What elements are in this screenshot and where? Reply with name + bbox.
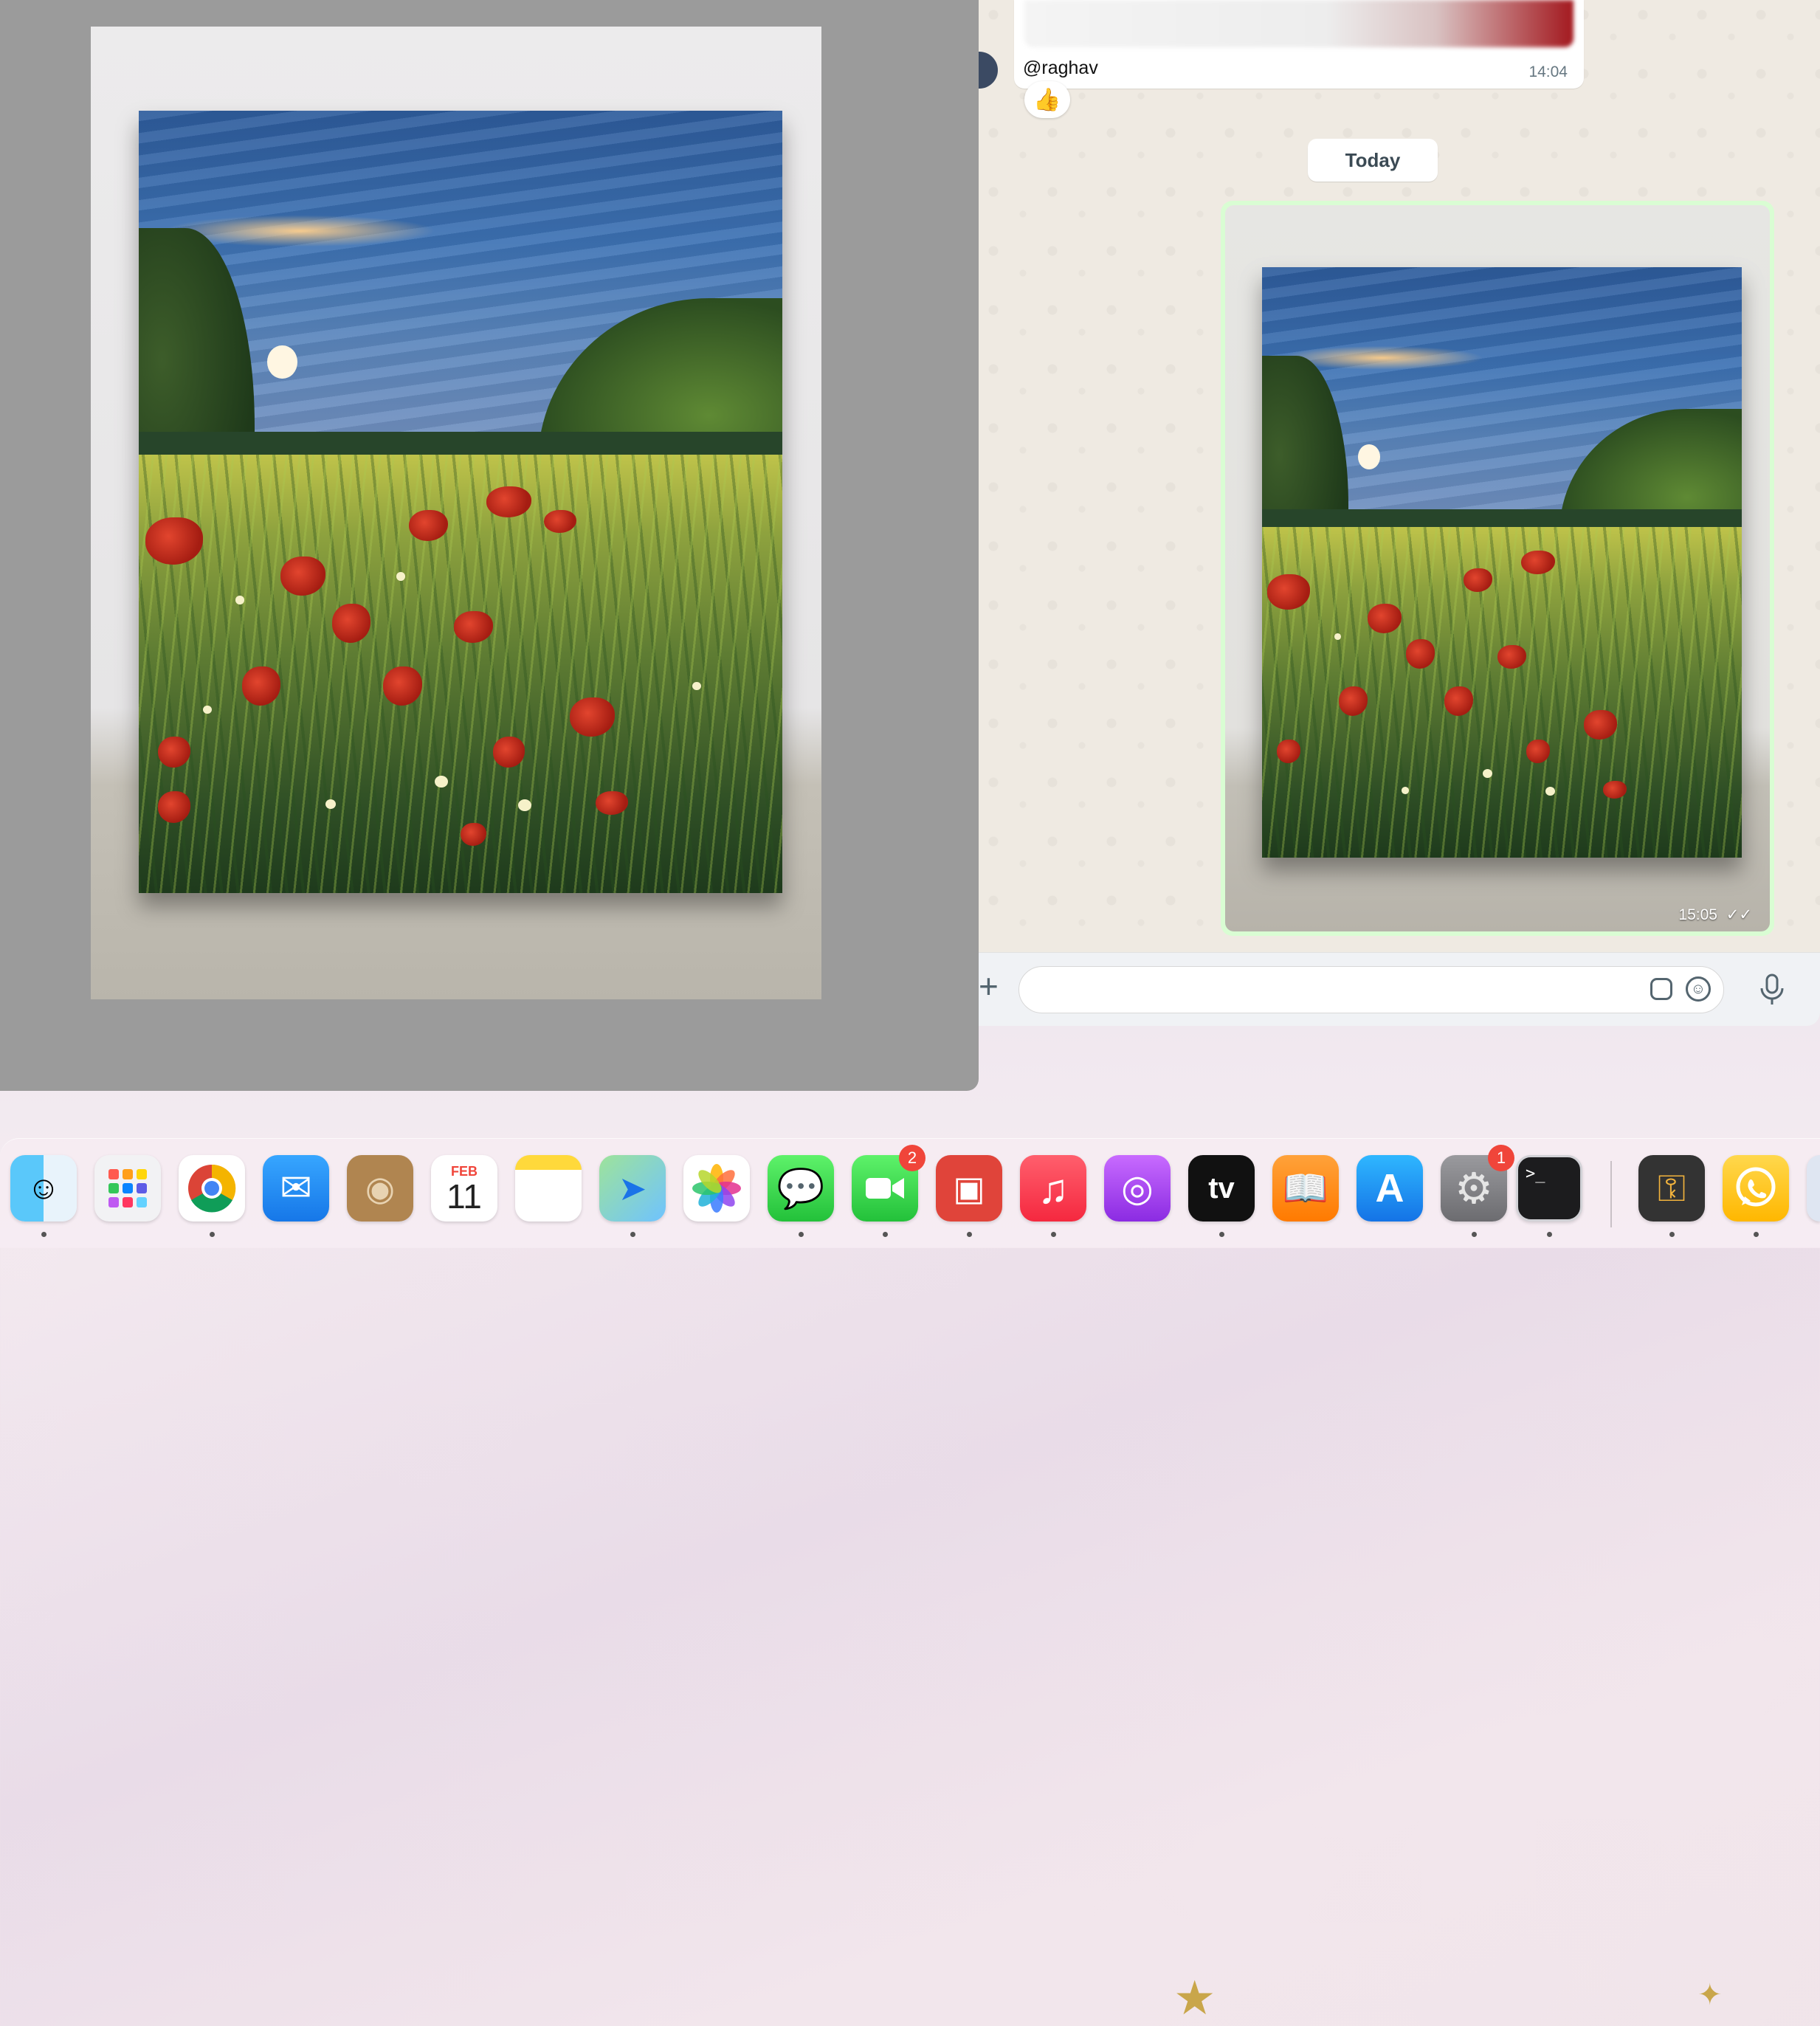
- facetime-icon[interactable]: 2: [852, 1145, 925, 1222]
- outgoing-image-message[interactable]: 15:05 ✓✓: [1221, 201, 1774, 936]
- partial-dock-item-icon[interactable]: [1807, 1155, 1820, 1222]
- contacts-icon[interactable]: ◉: [347, 1155, 413, 1222]
- apple-tv-icon[interactable]: tv: [1188, 1155, 1255, 1222]
- running-indicator: [1472, 1232, 1477, 1237]
- calendar-day: 11: [447, 1176, 482, 1216]
- day-separator: Today: [1308, 139, 1438, 182]
- message-input[interactable]: [1018, 966, 1724, 1013]
- tv-label: tv: [1208, 1171, 1235, 1205]
- running-indicator: [210, 1232, 215, 1237]
- running-indicator: [1669, 1232, 1675, 1237]
- running-indicator: [1754, 1232, 1759, 1237]
- maps-icon[interactable]: ➤: [599, 1155, 666, 1222]
- keychain-access-icon[interactable]: ⚿: [1638, 1155, 1705, 1222]
- running-indicator: [799, 1232, 804, 1237]
- chrome-icon[interactable]: [179, 1155, 245, 1222]
- terminal-prompt: >_: [1526, 1165, 1545, 1183]
- emoji-icon[interactable]: ☺: [1686, 976, 1711, 1002]
- message-composer: + ☺: [979, 952, 1820, 1026]
- running-indicator: [630, 1232, 635, 1237]
- message-time: 14:04: [1528, 63, 1568, 80]
- message-time: 15:05 ✓✓: [1678, 906, 1752, 923]
- microphone-icon[interactable]: [1757, 974, 1787, 1006]
- attach-plus-icon[interactable]: +: [979, 969, 999, 1003]
- image-preview-window: [0, 0, 979, 1091]
- launchpad-icon[interactable]: [94, 1155, 161, 1222]
- calendar-icon[interactable]: FEB 11: [431, 1155, 497, 1222]
- music-icon[interactable]: ♫: [1020, 1155, 1086, 1222]
- books-icon[interactable]: 📖: [1272, 1155, 1339, 1222]
- preview-photo: [91, 27, 821, 999]
- incoming-message-bubble[interactable]: @raghav 14:04: [1014, 0, 1584, 89]
- photo-booth-icon[interactable]: ▣: [936, 1155, 1002, 1222]
- running-indicator: [967, 1232, 972, 1237]
- macos-dock: ☺ ✉ ◉ FEB 11 ➤ 💬 2 ▣ ♫ ◎ tv 📖 A ⚙ 1 >_ ⚿: [0, 1138, 1820, 1248]
- wallpaper-star: ✦: [1697, 1979, 1723, 2011]
- notification-badge: 2: [899, 1145, 925, 1171]
- notification-badge: 1: [1488, 1145, 1514, 1171]
- finder-icon[interactable]: ☺: [10, 1155, 77, 1222]
- mail-icon[interactable]: ✉: [263, 1155, 329, 1222]
- system-settings-icon[interactable]: ⚙ 1: [1441, 1145, 1514, 1222]
- whatsapp-icon[interactable]: [1723, 1155, 1789, 1222]
- painting-image: [139, 111, 782, 893]
- read-receipt-icon: ✓✓: [1726, 906, 1752, 923]
- running-indicator: [883, 1232, 888, 1237]
- running-indicator: [41, 1232, 46, 1237]
- sticker-icon[interactable]: [1650, 978, 1672, 1000]
- photos-icon[interactable]: [683, 1155, 750, 1222]
- message-media-thumbnail[interactable]: [1024, 0, 1573, 47]
- painting-image: [1262, 267, 1742, 858]
- running-indicator: [1219, 1232, 1224, 1237]
- whatsapp-chat-window: @raghav 14:04 👍 Today 15:05 ✓✓ + ☺: [979, 0, 1820, 1026]
- app-store-icon[interactable]: A: [1357, 1155, 1423, 1222]
- messages-icon[interactable]: 💬: [768, 1155, 834, 1222]
- thumbs-up-reaction[interactable]: 👍: [1024, 81, 1070, 118]
- dock-separator: [1610, 1161, 1612, 1227]
- message-sender: @raghav: [1023, 58, 1098, 78]
- running-indicator: [1051, 1232, 1056, 1237]
- notes-icon[interactable]: [515, 1155, 582, 1222]
- terminal-icon[interactable]: >_: [1516, 1155, 1582, 1222]
- wallpaper-star: ★: [1173, 1971, 1216, 2025]
- podcasts-icon[interactable]: ◎: [1104, 1155, 1171, 1222]
- message-photo[interactable]: [1225, 205, 1770, 931]
- running-indicator: [1547, 1232, 1552, 1237]
